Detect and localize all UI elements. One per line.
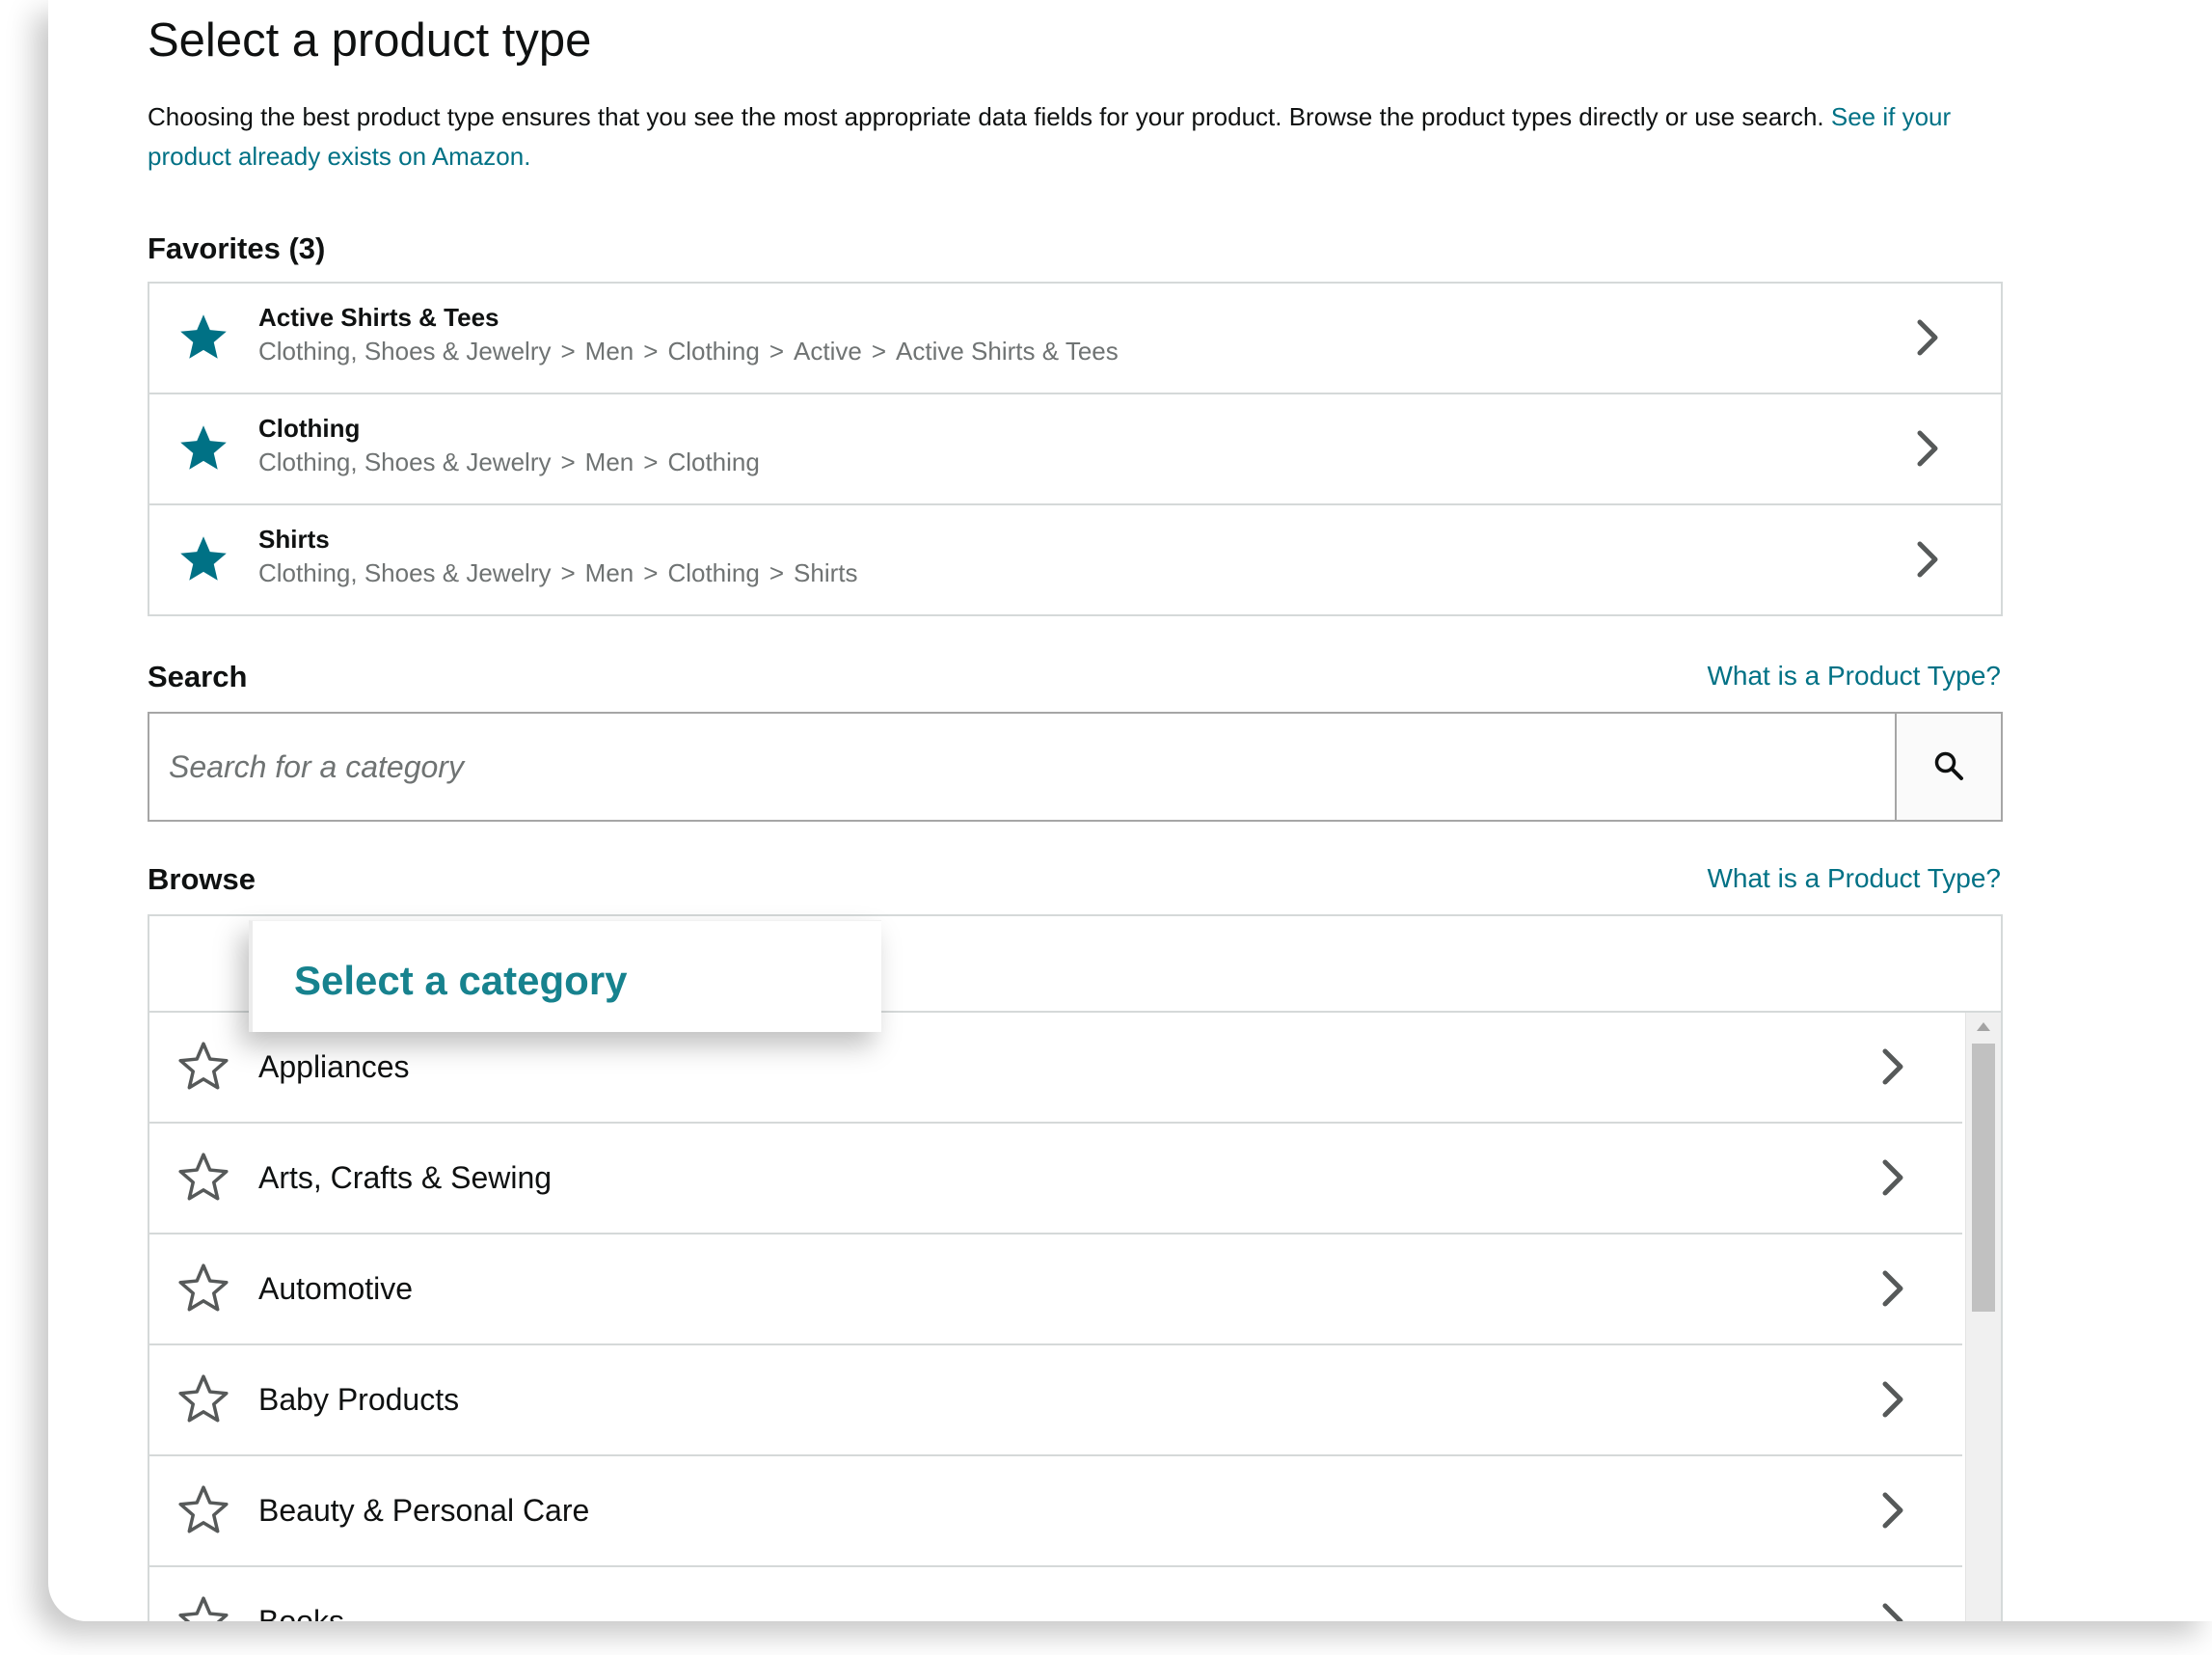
favorite-item[interactable]: Clothing Clothing, Shoes & Jewelry > Men > C… bbox=[149, 394, 2001, 505]
chevron-right-icon[interactable] bbox=[1875, 1487, 1908, 1533]
favorite-path: Clothing, Shoes & Jewelry > Men > Clothing > A… bbox=[258, 337, 1119, 366]
chevron-right-icon[interactable] bbox=[1910, 425, 1943, 472]
path-segment: Clothing, Shoes & Jewelry bbox=[258, 558, 552, 587]
path-segment: Clothing bbox=[667, 558, 760, 587]
star-filled-icon[interactable] bbox=[176, 311, 230, 365]
category-label: Baby Products bbox=[258, 1382, 460, 1417]
path-segment: Men bbox=[584, 337, 634, 366]
browse-heading: Browse bbox=[148, 862, 256, 896]
search-heading: Search bbox=[148, 660, 248, 693]
star-outline-icon[interactable] bbox=[176, 1594, 230, 1621]
path-separator: > bbox=[560, 337, 576, 366]
chevron-right-icon[interactable] bbox=[1875, 1598, 1908, 1621]
star-outline-icon[interactable] bbox=[176, 1262, 230, 1316]
chevron-right-icon[interactable] bbox=[1910, 314, 1943, 361]
category-item[interactable]: Automotive bbox=[149, 1234, 1962, 1345]
path-separator: > bbox=[643, 337, 659, 366]
category-item[interactable]: Baby Products bbox=[149, 1345, 1962, 1456]
category-label: Appliances bbox=[258, 1049, 410, 1084]
path-separator: > bbox=[769, 558, 785, 587]
star-outline-icon[interactable] bbox=[176, 1372, 230, 1426]
intro-text: Choosing the best product type ensures t… bbox=[148, 102, 1824, 131]
scroll-thumb[interactable] bbox=[1972, 1044, 1995, 1312]
category-scrollbar[interactable] bbox=[1965, 1013, 2001, 1621]
search-icon bbox=[1934, 751, 1963, 780]
favorite-title: Active Shirts & Tees bbox=[258, 303, 499, 332]
category-list: Appliances Arts, Crafts & Sewing Automot… bbox=[149, 1013, 1962, 1621]
star-outline-icon[interactable] bbox=[176, 1151, 230, 1205]
category-label: Books bbox=[258, 1604, 344, 1621]
favorites-list: Active Shirts & Tees Clothing, Shoes & J… bbox=[148, 282, 2003, 616]
path-segment: Clothing, Shoes & Jewelry bbox=[258, 448, 552, 476]
path-segment: Clothing bbox=[667, 337, 760, 366]
path-separator: > bbox=[560, 448, 576, 476]
category-item[interactable]: Books bbox=[149, 1567, 1962, 1621]
category-label: Automotive bbox=[258, 1271, 414, 1306]
star-outline-icon[interactable] bbox=[176, 1483, 230, 1537]
path-separator: > bbox=[643, 558, 659, 587]
path-segment: Active Shirts & Tees bbox=[896, 337, 1119, 366]
path-separator: > bbox=[560, 558, 576, 587]
favorites-heading: Favorites (3) bbox=[148, 231, 326, 265]
path-separator: > bbox=[871, 337, 887, 366]
intro-paragraph: Choosing the best product type ensures t… bbox=[148, 97, 2001, 176]
category-item[interactable]: Arts, Crafts & Sewing bbox=[149, 1124, 1962, 1234]
category-label: Arts, Crafts & Sewing bbox=[258, 1160, 553, 1195]
category-label: Beauty & Personal Care bbox=[258, 1493, 590, 1528]
path-separator: > bbox=[643, 448, 659, 476]
favorite-path: Clothing, Shoes & Jewelry > Men > Clothing > S… bbox=[258, 558, 858, 588]
callout-text: Select a category bbox=[294, 958, 628, 1003]
favorite-path: Clothing, Shoes & Jewelry > Men > Clothing bbox=[258, 448, 760, 477]
star-filled-icon[interactable] bbox=[176, 532, 230, 586]
chevron-right-icon[interactable] bbox=[1875, 1044, 1908, 1090]
search-bar bbox=[148, 712, 2003, 822]
page-title: Select a product type bbox=[148, 14, 592, 67]
browse-help-link[interactable]: What is a Product Type? bbox=[1707, 863, 2001, 894]
search-button[interactable] bbox=[1895, 714, 2001, 820]
scroll-up-arrow-icon[interactable] bbox=[1977, 1022, 1990, 1031]
star-filled-icon[interactable] bbox=[176, 421, 230, 475]
chevron-right-icon[interactable] bbox=[1875, 1376, 1908, 1423]
favorite-item[interactable]: Shirts Clothing, Shoes & Jewelry > Men > Clo… bbox=[149, 505, 2001, 614]
search-help-link[interactable]: What is a Product Type? bbox=[1707, 661, 2001, 692]
path-separator: > bbox=[769, 337, 785, 366]
star-outline-icon[interactable] bbox=[176, 1040, 230, 1094]
chevron-right-icon[interactable] bbox=[1875, 1154, 1908, 1201]
path-segment: Clothing bbox=[667, 448, 760, 476]
search-input[interactable] bbox=[149, 714, 1895, 820]
path-segment: Active bbox=[794, 337, 862, 366]
favorite-title: Shirts bbox=[258, 525, 330, 554]
path-segment: Clothing, Shoes & Jewelry bbox=[258, 337, 552, 366]
favorite-item[interactable]: Active Shirts & Tees Clothing, Shoes & J… bbox=[149, 284, 2001, 394]
chevron-right-icon[interactable] bbox=[1875, 1265, 1908, 1312]
category-item[interactable]: Beauty & Personal Care bbox=[149, 1456, 1962, 1567]
path-segment: Men bbox=[584, 448, 634, 476]
product-type-page: Select a product type Choosing the best … bbox=[48, 0, 2212, 1621]
path-segment: Shirts bbox=[794, 558, 858, 587]
path-segment: Men bbox=[584, 558, 634, 587]
favorite-title: Clothing bbox=[258, 414, 361, 443]
select-category-callout: Select a category bbox=[249, 920, 881, 1032]
chevron-right-icon[interactable] bbox=[1910, 536, 1943, 583]
